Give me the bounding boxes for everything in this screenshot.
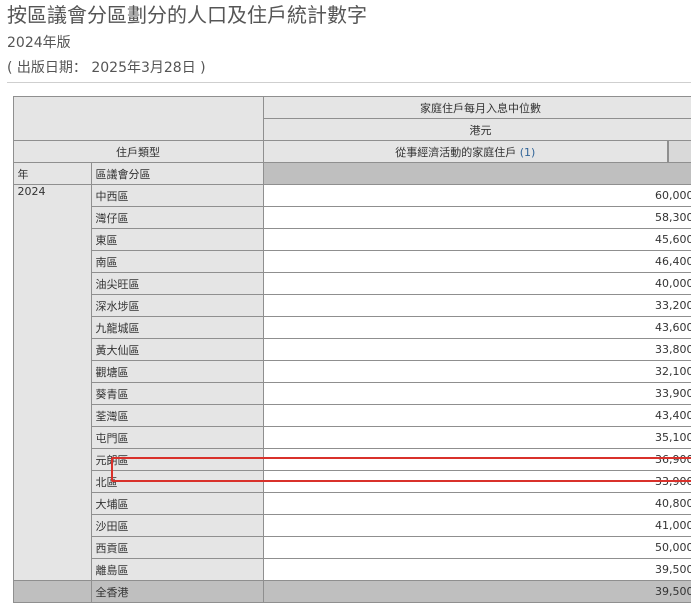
table-row: 2024 中西區 60,000 xyxy=(7,184,691,581)
value-cell: 32,100 xyxy=(262,360,691,383)
unit-header: 港元 xyxy=(262,118,691,141)
district-cell: 觀塘區 xyxy=(90,360,264,383)
table-row: 深水埗區 33,200 xyxy=(7,294,691,317)
table-row: 元朗區 36,900 xyxy=(7,448,691,471)
value-cell: 41,000 xyxy=(262,514,691,537)
value-cell: 50,000 xyxy=(262,536,691,559)
value-cell: 60,000 xyxy=(262,184,691,207)
table-row: 北區 33,900 xyxy=(7,470,691,493)
table-row: 西貢區 50,000 xyxy=(7,536,691,559)
value-column-header xyxy=(262,162,691,185)
page-title: 按區議會分區劃分的人口及住戶統計數字 xyxy=(7,3,367,27)
district-cell: 元朗區 xyxy=(90,448,264,471)
value-cell: 39,500 xyxy=(262,558,691,581)
table-row: 黃大仙區 33,800 xyxy=(7,338,691,361)
table-row: 東區 45,600 xyxy=(7,228,691,251)
district-cell: 東區 xyxy=(90,228,264,251)
value-cell: 35,100 xyxy=(262,426,691,449)
table-row: 九龍城區 43,600 xyxy=(7,316,691,339)
table-row: 沙田區 41,000 xyxy=(7,514,691,537)
value-cell: 40,800 xyxy=(262,492,691,515)
table-row: 大埔區 40,800 xyxy=(7,492,691,515)
district-cell: 深水埗區 xyxy=(90,294,264,317)
header-scroll-edge xyxy=(667,140,691,163)
footnote-link[interactable]: (1) xyxy=(520,146,536,159)
publish-date: ( 出版日期： 2025年3月28日 ) xyxy=(7,60,206,76)
value-cell: 43,600 xyxy=(262,316,691,339)
household-type-label: 住戶類型 xyxy=(12,140,264,163)
table-row: 觀塘區 32,100 xyxy=(7,360,691,383)
value-cell: 33,800 xyxy=(262,338,691,361)
table-row: 屯門區 35,100 xyxy=(7,426,691,449)
table-row: 離島區 39,500 xyxy=(7,558,691,581)
district-cell: 沙田區 xyxy=(90,514,264,537)
table-row: 油尖旺區 40,000 xyxy=(7,272,691,295)
measure-header: 家庭住戶每月入息中位數 xyxy=(262,96,691,119)
statistics-table: 家庭住戶每月入息中位數 港元 住戶類型 從事經濟活動的家庭住戶 (1) 年 區議… xyxy=(7,96,691,603)
household-type-value: 從事經濟活動的家庭住戶 (1) xyxy=(262,140,669,163)
year-cell-total xyxy=(12,580,92,603)
value-cell: 33,200 xyxy=(262,294,691,317)
value-cell: 45,600 xyxy=(262,228,691,251)
table-row: 荃灣區 43,400 xyxy=(7,404,691,427)
table-row: 灣仔區 58,300 xyxy=(7,206,691,229)
district-cell: 葵青區 xyxy=(90,382,264,405)
household-type-text: 從事經濟活動的家庭住戶 xyxy=(395,145,517,159)
year-cell: 2024 xyxy=(12,184,92,581)
edition-subtitle: 2024年版 xyxy=(7,35,71,51)
value-cell: 33,900 xyxy=(262,470,691,493)
table-row-total: 全香港 39,500 xyxy=(7,580,691,603)
district-cell: 灣仔區 xyxy=(90,206,264,229)
value-cell: 43,400 xyxy=(262,404,691,427)
statistics-table-container: 家庭住戶每月入息中位數 港元 住戶類型 從事經濟活動的家庭住戶 (1) 年 區議… xyxy=(7,96,691,611)
total-value-cell: 39,500 xyxy=(262,580,691,603)
table-row: 南區 46,400 xyxy=(7,250,691,273)
year-column-header: 年 xyxy=(12,162,92,185)
district-cell: 屯門區 xyxy=(90,426,264,449)
district-cell: 九龍城區 xyxy=(90,316,264,339)
table-row: 葵青區 33,900 xyxy=(7,382,691,405)
total-district-cell: 全香港 xyxy=(90,580,264,603)
district-cell: 黃大仙區 xyxy=(90,338,264,361)
district-cell: 大埔區 xyxy=(90,492,264,515)
value-cell: 33,900 xyxy=(262,382,691,405)
district-cell: 西貢區 xyxy=(90,536,264,559)
value-cell: 40,000 xyxy=(262,272,691,295)
value-cell: 58,300 xyxy=(262,206,691,229)
district-cell: 南區 xyxy=(90,250,264,273)
district-cell: 油尖旺區 xyxy=(90,272,264,295)
district-cell: 北區 xyxy=(90,470,264,493)
district-cell: 荃灣區 xyxy=(90,404,264,427)
district-cell: 中西區 xyxy=(90,184,264,207)
district-cell: 離島區 xyxy=(90,558,264,581)
title-divider xyxy=(7,82,691,83)
value-cell: 46,400 xyxy=(262,250,691,273)
header-blank xyxy=(12,96,264,141)
value-cell: 36,900 xyxy=(262,448,691,471)
district-column-header: 區議會分區 xyxy=(90,162,264,185)
